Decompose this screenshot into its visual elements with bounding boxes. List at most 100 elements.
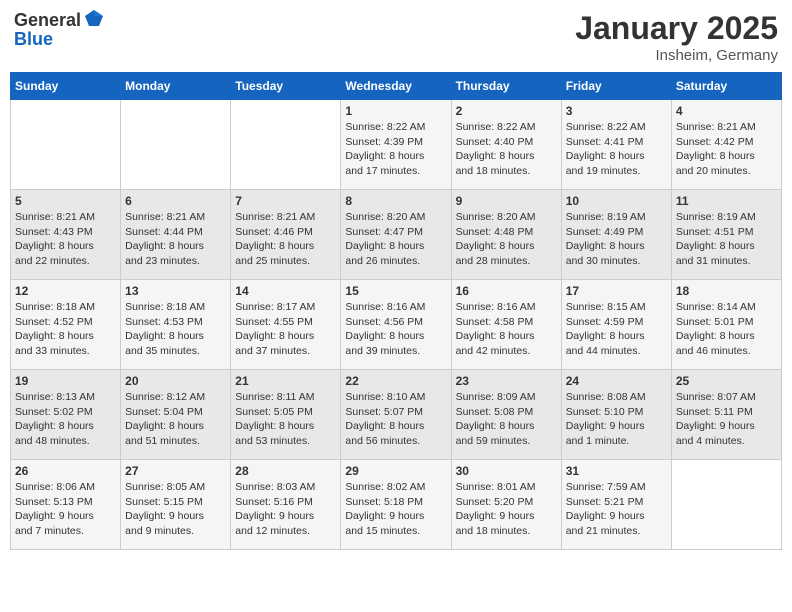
calendar-cell: 20Sunrise: 8:12 AMSunset: 5:04 PMDayligh… — [121, 370, 231, 460]
day-info: Sunrise: 8:21 AMSunset: 4:44 PMDaylight:… — [125, 210, 226, 269]
logo-general: General — [14, 11, 81, 29]
calendar-cell — [671, 460, 781, 550]
calendar-header: SundayMondayTuesdayWednesdayThursdayFrid… — [11, 73, 782, 100]
calendar-cell: 26Sunrise: 8:06 AMSunset: 5:13 PMDayligh… — [11, 460, 121, 550]
calendar-cell: 17Sunrise: 8:15 AMSunset: 4:59 PMDayligh… — [561, 280, 671, 370]
day-info: Sunrise: 8:22 AMSunset: 4:40 PMDaylight:… — [456, 120, 557, 179]
day-number: 28 — [235, 464, 336, 478]
calendar-cell: 3 Sunrise: 8:22 AMSunset: 4:41 PMDaylight… — [561, 100, 671, 190]
calendar-cell: 28Sunrise: 8:03 AMSunset: 5:16 PMDayligh… — [231, 460, 341, 550]
day-info: Sunrise: 8:16 AMSunset: 4:58 PMDaylight:… — [456, 300, 557, 359]
calendar-week-row: 19 Sunrise: 8:13 AMSunset: 5:02 PMDayligh… — [11, 370, 782, 460]
calendar-subtitle: Insheim, Germany — [575, 47, 778, 64]
day-number: 13 — [125, 284, 226, 298]
day-number: 21 — [235, 374, 336, 388]
day-number: 11 — [676, 194, 777, 208]
day-info: Sunrise: 8:10 AMSunset: 5:07 PMDaylight:… — [345, 390, 446, 449]
calendar-title: January 2025 — [575, 10, 778, 47]
calendar-cell: 19 Sunrise: 8:13 AMSunset: 5:02 PMDayligh… — [11, 370, 121, 460]
calendar-cell: 7 Sunrise: 8:21 AMSunset: 4:46 PMDaylight… — [231, 190, 341, 280]
day-info: Sunrise: 8:21 AMSunset: 4:46 PMDaylight:… — [235, 210, 336, 269]
day-number: 9 — [456, 194, 557, 208]
day-info: Sunrise: 8:02 AMSunset: 5:18 PMDaylight:… — [345, 480, 446, 539]
page-header: General Blue January 2025 Insheim, Germa… — [10, 10, 782, 64]
day-number: 1 — [345, 104, 446, 118]
calendar-cell: 5 Sunrise: 8:21 AMSunset: 4:43 PMDaylight… — [11, 190, 121, 280]
calendar-cell: 27 Sunrise: 8:05 AMSunset: 5:15 PMDayligh… — [121, 460, 231, 550]
calendar-cell — [121, 100, 231, 190]
calendar-table: SundayMondayTuesdayWednesdayThursdayFrid… — [10, 72, 782, 550]
day-number: 3 — [566, 104, 667, 118]
logo: General Blue — [14, 10, 105, 50]
calendar-cell: 16 Sunrise: 8:16 AMSunset: 4:58 PMDayligh… — [451, 280, 561, 370]
day-number: 31 — [566, 464, 667, 478]
day-number: 7 — [235, 194, 336, 208]
calendar-cell: 30Sunrise: 8:01 AMSunset: 5:20 PMDayligh… — [451, 460, 561, 550]
day-number: 17 — [566, 284, 667, 298]
day-info: Sunrise: 8:13 AMSunset: 5:02 PMDaylight:… — [15, 390, 116, 449]
calendar-cell: 29 Sunrise: 8:02 AMSunset: 5:18 PMDayligh… — [341, 460, 451, 550]
calendar-cell: 12 Sunrise: 8:18 AMSunset: 4:52 PMDayligh… — [11, 280, 121, 370]
day-info: Sunrise: 8:09 AMSunset: 5:08 PMDaylight:… — [456, 390, 557, 449]
day-number: 18 — [676, 284, 777, 298]
calendar-cell: 23 Sunrise: 8:09 AMSunset: 5:08 PMDayligh… — [451, 370, 561, 460]
day-info: Sunrise: 8:20 AMSunset: 4:48 PMDaylight:… — [456, 210, 557, 269]
day-number: 19 — [15, 374, 116, 388]
day-number: 12 — [15, 284, 116, 298]
day-info: Sunrise: 8:08 AMSunset: 5:10 PMDaylight:… — [566, 390, 667, 449]
day-info: Sunrise: 8:19 AMSunset: 4:51 PMDaylight:… — [676, 210, 777, 269]
day-number: 8 — [345, 194, 446, 208]
calendar-cell — [11, 100, 121, 190]
day-info: Sunrise: 8:22 AMSunset: 4:41 PMDaylight:… — [566, 120, 667, 179]
calendar-cell: 21 Sunrise: 8:11 AMSunset: 5:05 PMDayligh… — [231, 370, 341, 460]
day-info: Sunrise: 8:06 AMSunset: 5:13 PMDaylight:… — [15, 480, 116, 539]
day-number: 5 — [15, 194, 116, 208]
day-number: 14 — [235, 284, 336, 298]
day-info: Sunrise: 8:22 AMSunset: 4:39 PMDaylight:… — [345, 120, 446, 179]
weekday-header-thursday: Thursday — [451, 73, 561, 100]
day-info: Sunrise: 8:14 AMSunset: 5:01 PMDaylight:… — [676, 300, 777, 359]
day-number: 25 — [676, 374, 777, 388]
calendar-week-row: 12 Sunrise: 8:18 AMSunset: 4:52 PMDayligh… — [11, 280, 782, 370]
logo-flag-icon — [83, 8, 105, 30]
day-number: 4 — [676, 104, 777, 118]
day-number: 29 — [345, 464, 446, 478]
day-info: Sunrise: 8:21 AMSunset: 4:42 PMDaylight:… — [676, 120, 777, 179]
weekday-header-tuesday: Tuesday — [231, 73, 341, 100]
day-info: Sunrise: 8:07 AMSunset: 5:11 PMDaylight:… — [676, 390, 777, 449]
calendar-week-row: 1 Sunrise: 8:22 AMSunset: 4:39 PMDaylight… — [11, 100, 782, 190]
day-number: 6 — [125, 194, 226, 208]
calendar-cell: 2Sunrise: 8:22 AMSunset: 4:40 PMDaylight… — [451, 100, 561, 190]
calendar-cell: 22 Sunrise: 8:10 AMSunset: 5:07 PMDayligh… — [341, 370, 451, 460]
weekday-header-saturday: Saturday — [671, 73, 781, 100]
day-info: Sunrise: 8:21 AMSunset: 4:43 PMDaylight:… — [15, 210, 116, 269]
day-info: Sunrise: 8:11 AMSunset: 5:05 PMDaylight:… — [235, 390, 336, 449]
day-info: Sunrise: 8:16 AMSunset: 4:56 PMDaylight:… — [345, 300, 446, 359]
day-number: 22 — [345, 374, 446, 388]
day-info: Sunrise: 7:59 AMSunset: 5:21 PMDaylight:… — [566, 480, 667, 539]
calendar-week-row: 26Sunrise: 8:06 AMSunset: 5:13 PMDayligh… — [11, 460, 782, 550]
calendar-cell: 31 Sunrise: 7:59 AMSunset: 5:21 PMDayligh… — [561, 460, 671, 550]
calendar-cell: 1 Sunrise: 8:22 AMSunset: 4:39 PMDaylight… — [341, 100, 451, 190]
calendar-cell: 14Sunrise: 8:17 AMSunset: 4:55 PMDayligh… — [231, 280, 341, 370]
day-number: 27 — [125, 464, 226, 478]
day-info: Sunrise: 8:18 AMSunset: 4:53 PMDaylight:… — [125, 300, 226, 359]
weekday-header-friday: Friday — [561, 73, 671, 100]
day-info: Sunrise: 8:20 AMSunset: 4:47 PMDaylight:… — [345, 210, 446, 269]
day-number: 23 — [456, 374, 557, 388]
calendar-cell: 9 Sunrise: 8:20 AMSunset: 4:48 PMDaylight… — [451, 190, 561, 280]
calendar-cell: 10Sunrise: 8:19 AMSunset: 4:49 PMDayligh… — [561, 190, 671, 280]
weekday-header-monday: Monday — [121, 73, 231, 100]
day-number: 16 — [456, 284, 557, 298]
title-block: January 2025 Insheim, Germany — [575, 10, 778, 64]
weekday-header-row: SundayMondayTuesdayWednesdayThursdayFrid… — [11, 73, 782, 100]
day-number: 30 — [456, 464, 557, 478]
calendar-cell: 8 Sunrise: 8:20 AMSunset: 4:47 PMDaylight… — [341, 190, 451, 280]
calendar-week-row: 5 Sunrise: 8:21 AMSunset: 4:43 PMDaylight… — [11, 190, 782, 280]
day-info: Sunrise: 8:05 AMSunset: 5:15 PMDaylight:… — [125, 480, 226, 539]
calendar-body: 1 Sunrise: 8:22 AMSunset: 4:39 PMDaylight… — [11, 100, 782, 550]
day-info: Sunrise: 8:18 AMSunset: 4:52 PMDaylight:… — [15, 300, 116, 359]
calendar-cell: 4 Sunrise: 8:21 AMSunset: 4:42 PMDaylight… — [671, 100, 781, 190]
day-number: 15 — [345, 284, 446, 298]
day-number: 24 — [566, 374, 667, 388]
